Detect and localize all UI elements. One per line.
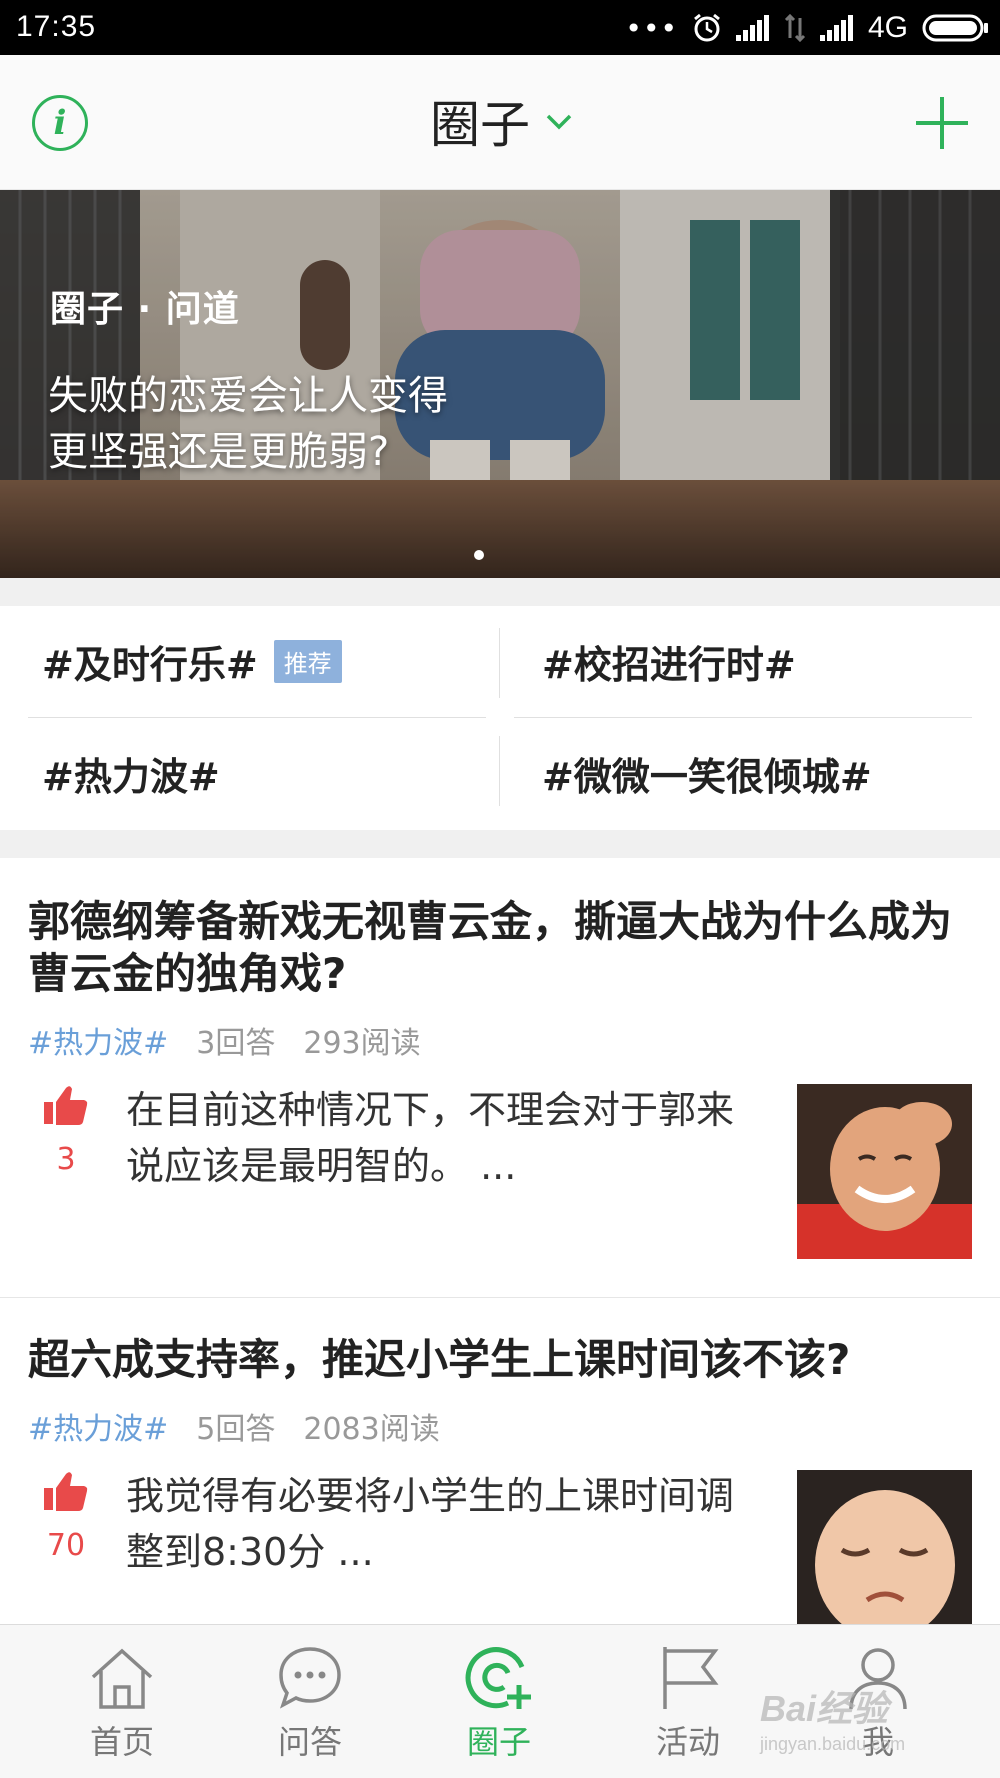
tab-qa[interactable]: 问答 bbox=[250, 1643, 370, 1763]
flag-icon bbox=[663, 1647, 719, 1709]
chevron-down-icon bbox=[546, 114, 572, 130]
data-transfer-icon bbox=[784, 14, 806, 42]
status-time: 17:35 bbox=[16, 10, 97, 43]
question-card[interactable]: 郭德纲筹备新戏无视曹云金，撕逼大战为什么成为曹云金的独角戏? #热力波# 3回答… bbox=[0, 858, 1000, 1298]
home-icon bbox=[91, 1648, 153, 1709]
tab-activity[interactable]: 活动 bbox=[628, 1643, 748, 1763]
watermark-brand: Bai bbox=[760, 1688, 817, 1729]
read-count: 293阅读 bbox=[303, 1026, 421, 1061]
question-meta: #热力波# 5回答 2083阅读 bbox=[28, 1404, 440, 1448]
circle-plus-icon bbox=[465, 1647, 531, 1709]
topic-item[interactable]: #热力波# bbox=[42, 743, 220, 803]
tab-label: 活动 bbox=[655, 1723, 720, 1761]
topic-item[interactable]: #及时行乐# 推荐 bbox=[42, 631, 342, 691]
like-count: 70 bbox=[46, 1528, 86, 1563]
topic-grid: #及时行乐# 推荐 #校招进行时# #热力波# #微微一笑很倾城# bbox=[0, 606, 1000, 830]
topic-label: #校招进行时# bbox=[542, 642, 796, 687]
carousel-dot-active[interactable] bbox=[474, 550, 484, 560]
section-gap bbox=[0, 830, 1000, 858]
recommended-badge: 推荐 bbox=[273, 639, 342, 683]
thumbnail-image bbox=[797, 1084, 972, 1259]
question-meta: #热力波# 3回答 293阅读 bbox=[28, 1018, 421, 1062]
topic-divider bbox=[499, 628, 500, 698]
tab-circle[interactable]: 圈子 bbox=[439, 1643, 559, 1763]
tab-home[interactable]: 首页 bbox=[62, 1643, 182, 1763]
question-topic-tag[interactable]: #热力波# bbox=[28, 1404, 168, 1448]
like-button[interactable]: 70 bbox=[44, 1470, 88, 1563]
circle-selector[interactable]: 圈子 bbox=[430, 91, 574, 154]
battery-icon bbox=[922, 14, 988, 42]
section-gap bbox=[0, 578, 1000, 606]
page-title: 圈子 bbox=[430, 96, 530, 154]
top-nav-bar: i 圈子 bbox=[0, 55, 1000, 190]
tab-label: 问答 bbox=[277, 1723, 342, 1761]
topic-item[interactable]: #微微一笑很倾城# bbox=[542, 743, 872, 803]
thumbs-up-icon bbox=[44, 1086, 88, 1125]
add-icon[interactable] bbox=[912, 93, 972, 153]
watermark-brand2: 经验 bbox=[816, 1688, 889, 1729]
banner-logo: 圈子 · 问道 bbox=[50, 289, 240, 330]
answer-preview[interactable]: 在目前这种情况下，不理会对于郭来说应该是最明智的。 ... bbox=[126, 1082, 756, 1194]
question-topic-tag[interactable]: #热力波# bbox=[28, 1018, 168, 1062]
thumbnail-image bbox=[797, 1470, 972, 1624]
banner-headline-line1: 失败的恋爱会让人变得 bbox=[48, 373, 448, 419]
thumbs-up-icon bbox=[44, 1472, 88, 1511]
banner-headline-line2: 更坚强还是更脆弱? bbox=[48, 429, 390, 475]
topic-label: #微微一笑很倾城# bbox=[542, 754, 872, 799]
question-thumbnail[interactable] bbox=[797, 1470, 972, 1624]
more-notifications-icon: ••• bbox=[625, 11, 678, 45]
topic-divider bbox=[499, 736, 500, 806]
topic-label: #热力波# bbox=[42, 754, 220, 799]
like-count: 3 bbox=[56, 1142, 76, 1177]
answer-preview[interactable]: 我觉得有必要将小学生的上课时间调整到8:30分 ... bbox=[126, 1468, 756, 1580]
topic-label: #及时行乐# bbox=[42, 642, 258, 687]
answer-count: 5回答 bbox=[196, 1412, 276, 1447]
topic-divider bbox=[514, 717, 972, 718]
banner-headline: 失败的恋爱会让人变得 更坚强还是更脆弱? bbox=[48, 368, 448, 480]
question-title[interactable]: 超六成支持率，推迟小学生上课时间该不该? bbox=[28, 1334, 978, 1386]
read-count: 2083阅读 bbox=[303, 1412, 440, 1447]
topic-item[interactable]: #校招进行时# bbox=[542, 631, 796, 691]
status-bar: 17:35 ••• 4G bbox=[0, 0, 1000, 55]
topic-divider bbox=[28, 717, 486, 718]
watermark-url: jingyan.baidu.com bbox=[760, 1734, 906, 1754]
signal-icon bbox=[735, 15, 769, 41]
question-thumbnail[interactable] bbox=[797, 1084, 972, 1259]
status-icons: ••• 4G bbox=[625, 8, 990, 48]
featured-banner[interactable]: 圈子 · 问道 失败的恋爱会让人变得 更坚强还是更脆弱? bbox=[0, 190, 1000, 578]
info-icon[interactable]: i bbox=[32, 95, 88, 151]
network-type: 4G bbox=[867, 11, 908, 44]
question-card[interactable]: 超六成支持率，推迟小学生上课时间该不该? #热力波# 5回答 2083阅读 70… bbox=[0, 1298, 1000, 1624]
tab-label: 首页 bbox=[89, 1723, 154, 1761]
answer-count: 3回答 bbox=[196, 1026, 276, 1061]
alarm-icon bbox=[694, 13, 720, 42]
like-button[interactable]: 3 bbox=[44, 1084, 88, 1177]
question-title[interactable]: 郭德纲筹备新戏无视曹云金，撕逼大战为什么成为曹云金的独角戏? bbox=[28, 896, 978, 1000]
watermark: Bai经验 jingyan.baidu.com bbox=[760, 1680, 905, 1755]
chat-bubble-icon bbox=[279, 1647, 341, 1709]
tab-label: 圈子 bbox=[466, 1723, 531, 1761]
signal-icon-2 bbox=[819, 15, 853, 41]
